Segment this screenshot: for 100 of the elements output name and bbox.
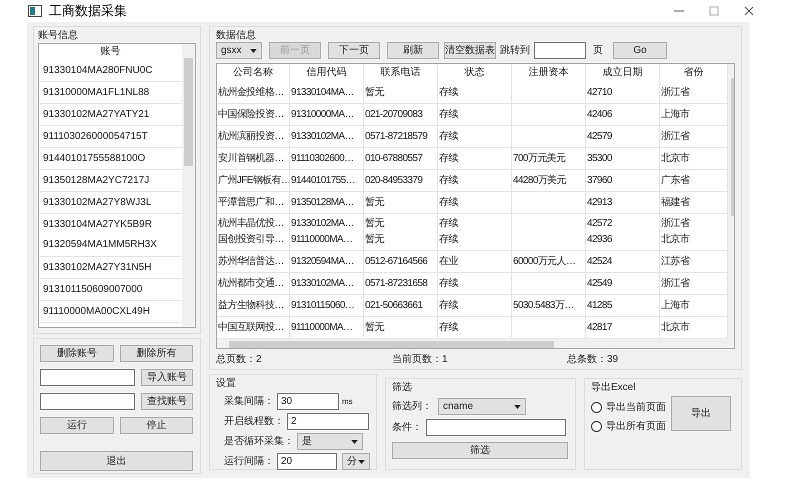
table-cell-text: 存续 [439,196,458,210]
column-header[interactable]: 成立日期 [586,64,660,82]
table-cell-text: 91330102MA… [291,130,354,144]
table-cell-text: 中国互联网投… [218,320,284,334]
dropdown[interactable]: 是 [297,433,363,450]
button[interactable]: 刷新 [387,42,439,59]
radio-button[interactable] [591,402,602,413]
button[interactable]: 运行 [40,417,114,434]
table-cell-text: 杭州滨丽投资… [218,130,284,144]
group-title: 筛选 [392,380,412,394]
close-icon[interactable] [742,4,756,18]
button[interactable]: 查找账号 [141,393,193,410]
table-cell-text: 5030.5483万… [513,298,574,312]
horizontal-scrollbar[interactable] [217,339,734,348]
button[interactable]: 清空数据表 [444,42,496,59]
button[interactable]: 筛选 [392,442,568,459]
column-header[interactable]: 注册资本 [512,64,586,82]
table-cell-text: 35300 [587,152,612,166]
field-label: 筛选列： [392,400,432,414]
account-item[interactable]: 91440101755588100O [43,148,146,168]
button[interactable]: Go [613,42,667,59]
table-cell-text: 42579 [587,130,612,144]
account-item[interactable]: 911103026000054715T [43,126,148,146]
option-label[interactable]: 导出当前页面 [606,400,666,415]
table-cell-text: 91320594MA… [291,254,354,268]
maximize-button[interactable] [707,4,721,18]
dropdown[interactable]: 分 [342,453,370,470]
table-cell-text: 平潭普思广和… [218,196,284,210]
column-header[interactable]: 联系电话 [364,64,438,82]
input-field[interactable]: 20 [277,453,337,470]
account-item[interactable]: 91110000MA00CXL49H [43,302,150,322]
button[interactable]: 删除所有 [120,345,193,362]
table-cell-text: 42710 [587,86,612,100]
table-cell-text: 91440101755… [291,174,355,188]
account-item[interactable]: 91310000MA1FL1NL88 [43,82,150,102]
label: 跳转到 [500,44,530,58]
input-field[interactable] [534,42,586,59]
table-cell-text: 浙江省 北京市 [661,216,690,247]
label: 页 [593,44,603,58]
table-cell-text: 广东省 [661,174,690,188]
account-item[interactable]: 91330104MA27YK5B9R 91320594MA1MM5RH3X [43,215,157,255]
group-title: 设置 [216,376,236,390]
account-item[interactable]: 91330102MA27Y8WJ3L [43,192,152,212]
table-cell-text: 存续 存续 [439,216,458,247]
window-title: 工商数据采集 [49,2,127,20]
field-label: 采集间隔： [224,394,274,409]
button[interactable]: 导入账号 [141,369,193,386]
table-cell-text: 存续 [439,298,458,312]
button[interactable]: 删除账号 [40,345,114,362]
account-item[interactable]: 91330102MA27Y31N5H [43,258,152,278]
table-cell-text: 杭州都市交通… [218,276,284,290]
table-cell-text: 44280万美元 [513,174,566,188]
input-field[interactable] [40,393,135,410]
column-header[interactable]: 信用代码 [290,64,364,82]
table-cell-text: 91330102MA… 91110000MA… [291,217,354,247]
table-cell-text: 中国保险投资… [218,108,284,122]
account-item[interactable]: 91330102MA27YATY21 [43,104,150,124]
table-cell-text: 存续 [439,276,458,290]
input-field[interactable]: 30 [277,393,339,410]
table-cell-text: 暂无 [365,86,384,100]
field-label: 开启线程数： [224,414,284,429]
dropdown[interactable]: cname [438,398,526,415]
field-label: 条件： [392,421,422,435]
table-cell-text: 在业 [439,254,458,268]
table-cell-text: 存续 [439,174,458,188]
table-cell-text: 91350128MA… [291,196,354,210]
table-cell-text: 广州JFE钢板有… [218,174,289,188]
status-text: 当前页数：1 [392,352,449,367]
column-header[interactable]: 公司名称 [217,64,290,82]
table-cell-text: 42406 [587,108,612,122]
account-item[interactable]: 91330104MA280FNU0C [43,60,153,80]
input-field[interactable] [426,419,566,436]
unit-label: ms [342,396,353,408]
input-field[interactable]: 2 [287,413,369,430]
table-cell-text: 91110302600… [291,152,354,166]
table-cell-text: 42572 42936 [587,217,612,247]
status-text: 总条数：39 [567,352,618,367]
table-cell-text: 021-50663661 [365,298,422,312]
field-label: 是否循环采集： [224,434,294,449]
account-item[interactable]: 913101150609007000 [43,280,142,300]
table-cell-text: 010-67880557 [365,152,422,166]
option-label[interactable]: 导出所有页面 [606,419,666,434]
column-header[interactable]: 状态 [438,64,512,82]
dropdown[interactable]: gsxx [216,42,262,59]
input-field[interactable] [40,369,135,386]
button[interactable]: 停止 [120,417,193,434]
table-cell-text: 37960 [587,174,612,188]
button[interactable]: 退出 [40,451,193,471]
account-item[interactable]: 91350128MA2YC7217J [43,170,150,190]
table-cell-text: 北京市 [661,152,690,166]
table-cell-text: 91330104MA… [291,86,354,100]
vertical-scrollbar[interactable] [182,44,195,327]
table-cell-text: 0512-67164566 [365,254,428,268]
caret-icon [351,440,358,444]
table-cell-text: 福建省 [661,196,690,210]
button[interactable]: 导出 [671,396,731,431]
group-title: 导出Excel [591,380,636,394]
radio-button[interactable] [591,421,602,432]
button[interactable]: 下一页 [328,42,380,59]
vertical-scrollbar[interactable] [728,64,734,339]
